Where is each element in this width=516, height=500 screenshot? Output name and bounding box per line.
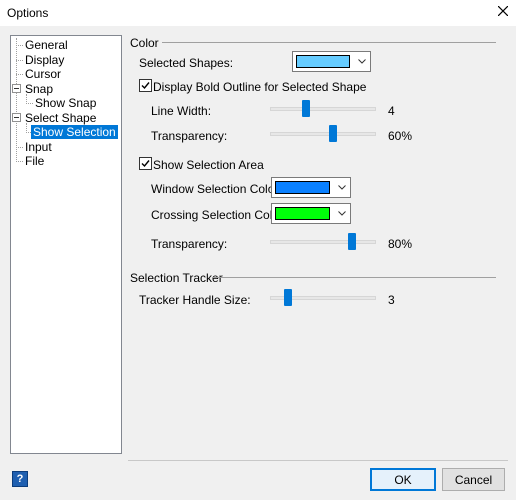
selected-shapes-color-combo[interactable] — [292, 51, 371, 72]
show-selection-area-checkbox[interactable] — [139, 157, 152, 170]
outline-transparency-slider-thumb[interactable] — [329, 125, 337, 142]
tree-item-display[interactable]: Display — [23, 53, 66, 67]
tree-item-general[interactable]: General — [23, 38, 70, 52]
bold-outline-checkbox[interactable] — [139, 79, 152, 92]
window-selection-swatch — [275, 181, 330, 194]
tree-item-cursor[interactable]: Cursor — [23, 67, 63, 81]
tracker-section-title: Selection Tracker — [130, 271, 223, 285]
area-transparency-value: 80% — [388, 237, 413, 251]
ok-button[interactable]: OK — [370, 468, 436, 491]
cancel-button[interactable]: Cancel — [442, 468, 505, 491]
tree-item-input[interactable]: Input — [23, 140, 54, 154]
tracker-handle-size-value: 3 — [388, 293, 395, 307]
line-width-track[interactable] — [270, 107, 376, 111]
area-transparency-track[interactable] — [270, 240, 376, 244]
close-button[interactable] — [490, 0, 516, 24]
tracker-handle-size-label: Tracker Handle Size: — [139, 293, 251, 307]
color-section-title: Color — [130, 36, 159, 50]
crossing-selection-color-label: Crossing Selection Color: — [151, 208, 287, 222]
tracker-handle-size-slider-thumb[interactable] — [284, 289, 292, 306]
tree-item-file[interactable]: File — [23, 154, 46, 168]
outline-transparency-track[interactable] — [270, 132, 376, 136]
tree-item-snap[interactable]: Snap — [23, 82, 55, 96]
chevron-down-icon — [333, 204, 350, 223]
tree-item-select-shape[interactable]: Select Shape — [23, 111, 98, 125]
tree-item-show-selection[interactable]: Show Selection — [31, 125, 118, 139]
window-selection-color-label: Window Selection Color: — [151, 182, 282, 196]
footer-divider — [128, 460, 508, 461]
area-transparency-slider-thumb[interactable] — [348, 233, 356, 250]
line-width-label: Line Width: — [151, 104, 212, 118]
area-transparency-label: Transparency: — [151, 237, 228, 251]
checkmark-icon — [141, 160, 150, 168]
outline-transparency-value: 60% — [388, 129, 413, 143]
selected-shapes-swatch — [296, 55, 350, 68]
line-width-slider-thumb[interactable] — [302, 100, 310, 117]
crossing-selection-swatch — [275, 207, 330, 220]
selected-shapes-label: Selected Shapes: — [139, 56, 234, 70]
collapse-icon[interactable] — [12, 113, 21, 122]
bold-outline-label: Display Bold Outline for Selected Shape — [153, 80, 367, 94]
section-divider — [162, 42, 496, 43]
window-selection-color-combo[interactable] — [271, 177, 351, 198]
window-title: Options — [7, 6, 49, 20]
crossing-selection-color-combo[interactable] — [271, 203, 351, 224]
title-bar — [0, 0, 516, 26]
collapse-icon[interactable] — [12, 84, 21, 93]
section-divider — [212, 277, 496, 278]
checkmark-icon — [141, 82, 150, 90]
chevron-down-icon — [333, 178, 350, 197]
tree-item-show-snap[interactable]: Show Snap — [33, 96, 98, 110]
outline-transparency-label: Transparency: — [151, 129, 228, 143]
chevron-down-icon — [353, 52, 370, 71]
options-tree[interactable]: General Display Cursor Snap Show Snap Se… — [10, 35, 122, 454]
line-width-value: 4 — [388, 104, 395, 118]
show-selection-area-label: Show Selection Area — [153, 158, 264, 172]
close-icon — [497, 5, 509, 19]
help-button[interactable]: ? — [12, 471, 28, 487]
help-icon: ? — [16, 473, 24, 485]
